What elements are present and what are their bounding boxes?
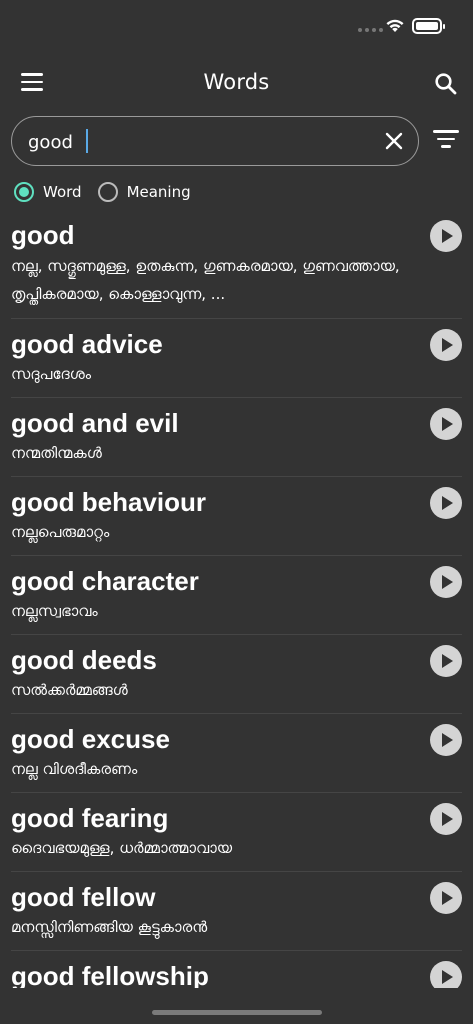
word-title: good character <box>11 566 199 596</box>
play-icon[interactable] <box>430 220 462 252</box>
word-title: good <box>11 220 75 250</box>
word-title: good fearing <box>11 803 169 833</box>
list-item[interactable]: good deeds സൽക്കർമ്മങ്ങൾ <box>11 635 462 714</box>
list-item[interactable]: good and evil നന്മതിന്മകൾ <box>11 398 462 477</box>
list-item[interactable]: good fellow മനസ്സിനിണങ്ങിയ കൂട്ടുകാരൻ <box>11 872 462 951</box>
word-title: good fellow <box>11 882 156 912</box>
cellular-signal-icon <box>358 28 383 32</box>
word-title: good fellowship <box>11 961 209 988</box>
word-title: good deeds <box>11 645 157 675</box>
word-meaning: നല്ലസ്വഭാവം <box>11 602 98 620</box>
word-meaning: നല്ലപെരുമാറ്റം <box>11 523 110 541</box>
search-input[interactable] <box>28 129 368 155</box>
list-item[interactable]: good fellowship <box>11 951 462 988</box>
battery-icon <box>412 18 445 34</box>
word-meaning: നന്മതിന്മകൾ <box>11 444 102 462</box>
radio-word[interactable]: Word <box>14 182 82 202</box>
search-row <box>11 116 463 166</box>
word-meaning: സൽക്കർമ്മങ്ങൾ <box>11 681 128 699</box>
list-item[interactable]: good excuse നല്ല വിശദീകരണം <box>11 714 462 793</box>
page-title: Words <box>203 70 270 94</box>
word-title: good advice <box>11 329 163 359</box>
list-item[interactable]: good advice സദുപദേശം <box>11 319 462 398</box>
play-icon[interactable] <box>430 329 462 361</box>
radio-selected-icon[interactable] <box>14 182 34 202</box>
wifi-icon <box>386 19 404 32</box>
play-icon[interactable] <box>430 803 462 835</box>
radio-word-label: Word <box>43 183 82 201</box>
radio-unselected-icon[interactable] <box>97 182 118 202</box>
radio-meaning[interactable]: Meaning <box>97 182 191 202</box>
word-meaning: നല്ല, സദ്ഗുണമുള്ള, ഉതകുന്ന, ഗുണകരമായ, ഗു… <box>11 257 400 303</box>
list-item[interactable]: good fearing ദൈവഭയമുള്ള, ധർമ്മാത്മാവായ <box>11 793 462 872</box>
play-icon[interactable] <box>430 487 462 519</box>
play-icon[interactable] <box>430 882 462 914</box>
word-meaning: മനസ്സിനിണങ്ങിയ കൂട്ടുകാരൻ <box>11 918 208 936</box>
word-list[interactable]: good നല്ല, സദ്ഗുണമുള്ള, ഉതകുന്ന, ഗുണകരമാ… <box>0 210 473 988</box>
play-icon[interactable] <box>430 566 462 598</box>
app-bar: Words <box>0 56 473 112</box>
filter-icon[interactable] <box>432 130 460 152</box>
radio-meaning-label: Meaning <box>126 183 191 201</box>
word-title: good and evil <box>11 408 179 438</box>
list-item[interactable]: good behaviour നല്ലപെരുമാറ്റം <box>11 477 462 556</box>
close-icon[interactable] <box>384 131 404 151</box>
play-icon[interactable] <box>430 961 462 988</box>
search-icon[interactable] <box>433 71 459 97</box>
word-meaning: ദൈവഭയമുള്ള, ധർമ്മാത്മാവായ <box>11 839 233 857</box>
text-caret <box>86 129 88 153</box>
search-box[interactable] <box>11 116 419 166</box>
list-item[interactable]: good നല്ല, സദ്ഗുണമുള്ള, ഉതകുന്ന, ഗുണകരമാ… <box>11 210 462 319</box>
list-item[interactable]: good character നല്ലസ്വഭാവം <box>11 556 462 635</box>
bottom-safe-area <box>0 988 473 1024</box>
word-title: good excuse <box>11 724 170 754</box>
play-icon[interactable] <box>430 408 462 440</box>
play-icon[interactable] <box>430 645 462 677</box>
home-indicator[interactable] <box>152 1010 322 1015</box>
word-meaning: സദുപദേശം <box>11 365 92 383</box>
search-mode-radio-group: Word Meaning <box>14 179 207 205</box>
status-bar <box>0 0 473 56</box>
word-title: good behaviour <box>11 487 206 517</box>
play-icon[interactable] <box>430 724 462 756</box>
word-meaning: നല്ല വിശദീകരണം <box>11 760 138 778</box>
